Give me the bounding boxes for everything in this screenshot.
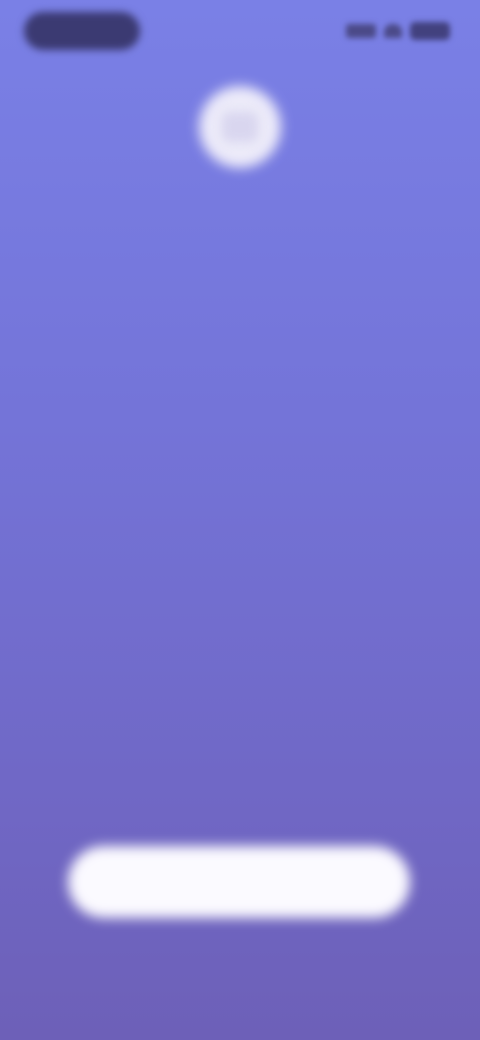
battery-icon (410, 22, 450, 40)
status-time (24, 12, 140, 50)
onboarding-screen (0, 0, 480, 1040)
status-icons (346, 22, 450, 40)
app-logo-glyph (222, 112, 258, 142)
wifi-icon (384, 24, 402, 38)
primary-cta-button[interactable] (68, 846, 410, 918)
signal-icon (346, 24, 376, 38)
status-bar (0, 0, 480, 70)
headline (60, 188, 420, 192)
